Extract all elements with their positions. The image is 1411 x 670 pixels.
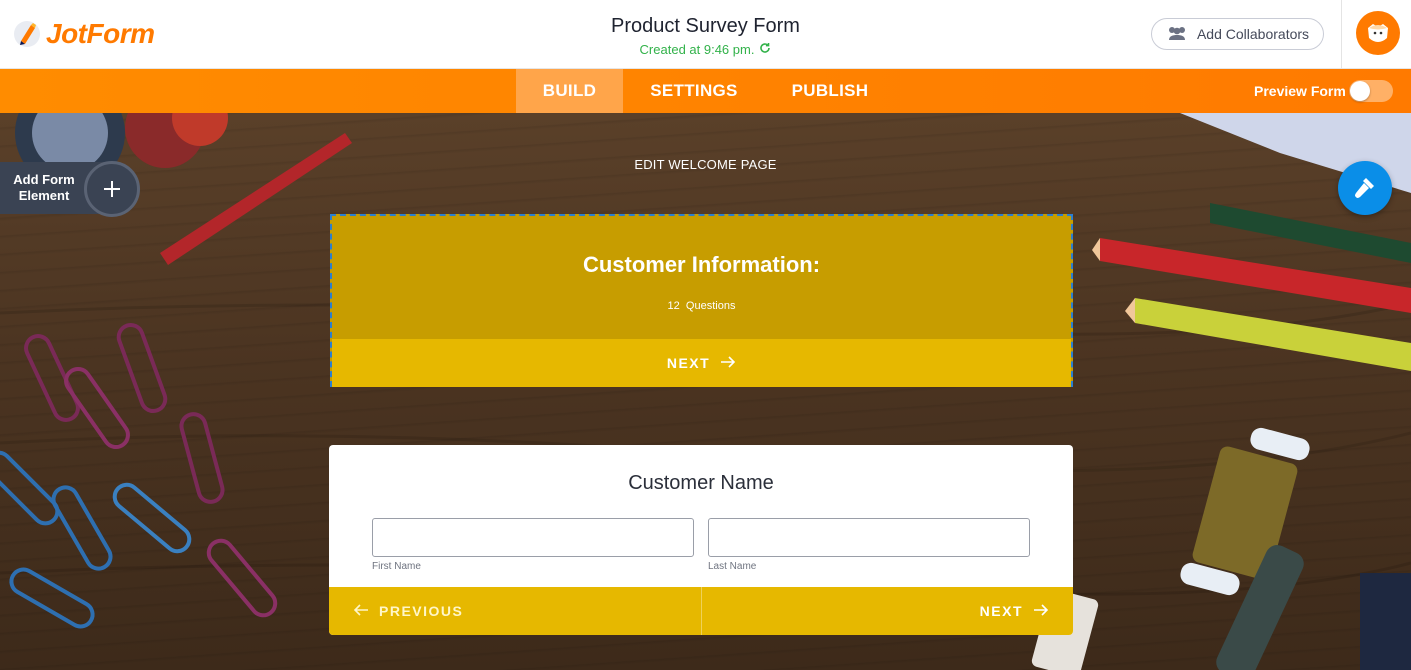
tab-publish[interactable]: PUBLISH	[776, 69, 884, 113]
previous-button[interactable]: PREVIOUS	[329, 587, 701, 635]
tab-build[interactable]: BUILD	[516, 69, 623, 113]
question-count: 12	[667, 300, 680, 312]
question-count-label: Questions	[685, 300, 736, 312]
arrow-right-icon	[720, 355, 736, 371]
refresh-icon[interactable]	[759, 42, 771, 57]
avatar-icon[interactable]	[1356, 11, 1400, 55]
next-button[interactable]: NEXT	[701, 587, 1073, 635]
question-card: Customer Name First Name Last Name PREVI…	[329, 445, 1073, 635]
arrow-right-icon	[1033, 603, 1049, 619]
tab-settings[interactable]: SETTINGS	[634, 69, 754, 113]
created-status: Created at 9:46 pm.	[640, 42, 772, 57]
add-form-element-button[interactable]: Add Form Element	[0, 161, 140, 217]
welcome-next-label: NEXT	[666, 355, 711, 371]
arrow-left-icon	[353, 603, 369, 619]
preview-form-toggle[interactable]	[1349, 80, 1393, 102]
paint-brush-icon[interactable]	[1338, 161, 1392, 215]
question-footer: PREVIOUS NEXT	[329, 587, 1073, 635]
next-label: NEXT	[979, 603, 1023, 619]
preview-form-label: Preview Form	[1254, 83, 1346, 99]
welcome-question-count: 12 Questions	[332, 300, 1071, 312]
last-name-input[interactable]	[708, 518, 1030, 557]
question-title[interactable]: Customer Name	[329, 472, 1073, 495]
add-collaborators-label: Add Collaborators	[1196, 26, 1310, 42]
top-header: JotForm Product Survey Form Created at 9…	[0, 0, 1411, 69]
builder-nav: BUILD SETTINGS PUBLISH Preview Form	[0, 69, 1411, 113]
created-text: Created at 9:46 pm.	[639, 42, 755, 57]
add-collaborators-button[interactable]: Add Collaborators	[1151, 18, 1324, 50]
edit-welcome-page-link[interactable]: EDIT WELCOME PAGE	[0, 157, 1411, 172]
welcome-page-card[interactable]: Customer Information: 12 Questions NEXT	[330, 214, 1073, 387]
previous-label: PREVIOUS	[379, 603, 464, 619]
plus-icon[interactable]	[84, 161, 140, 217]
last-name-sublabel: Last Name	[708, 561, 757, 572]
users-icon	[1166, 26, 1188, 43]
welcome-next-button[interactable]: NEXT	[332, 339, 1071, 387]
toggle-knob	[1350, 81, 1370, 101]
first-name-sublabel: First Name	[372, 561, 421, 572]
first-name-input[interactable]	[372, 518, 694, 557]
welcome-title: Customer Information:	[582, 252, 821, 277]
header-divider	[1341, 0, 1342, 69]
